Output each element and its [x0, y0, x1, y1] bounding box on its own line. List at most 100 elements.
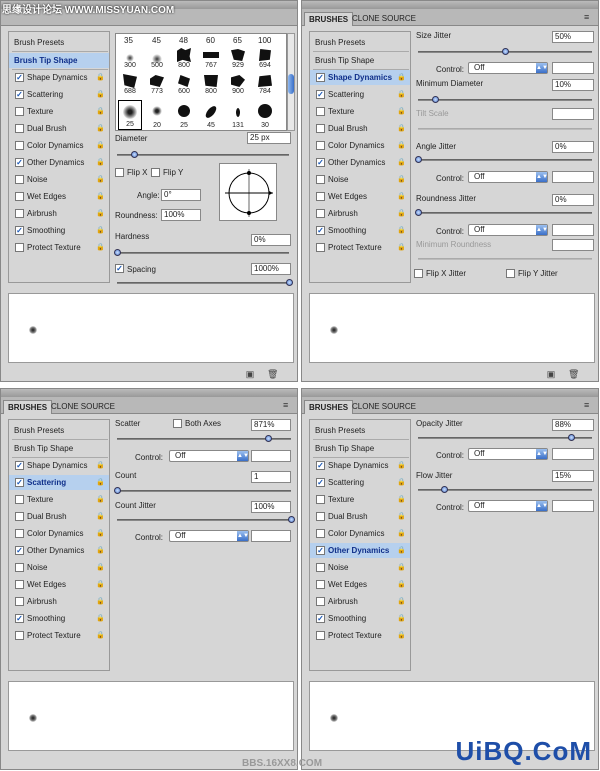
tab-clone-source[interactable]: CLONE SOURCE: [348, 12, 420, 26]
brush-preset[interactable]: 500: [145, 46, 169, 70]
count-jitter-field[interactable]: 100%: [251, 501, 291, 513]
both-axes-checkbox[interactable]: [173, 419, 182, 428]
checkbox[interactable]: [316, 243, 325, 252]
checkbox[interactable]: ✓: [15, 73, 24, 82]
lock-icon[interactable]: 🔒: [96, 90, 105, 99]
lock-icon[interactable]: 🔒: [397, 631, 406, 640]
list-item[interactable]: ✓ Scattering 🔒: [310, 87, 410, 102]
lock-icon[interactable]: 🔒: [397, 243, 406, 252]
checkbox[interactable]: [316, 124, 325, 133]
panel-titlebar[interactable]: [1, 389, 297, 397]
lock-icon[interactable]: 🔒: [96, 175, 105, 184]
lock-icon[interactable]: 🔒: [96, 209, 105, 218]
lock-icon[interactable]: 🔒: [96, 141, 105, 150]
checkbox[interactable]: ✓: [15, 90, 24, 99]
brush-preset[interactable]: 300: [118, 46, 142, 70]
lock-icon[interactable]: 🔒: [96, 243, 105, 252]
panel-menu-icon[interactable]: ≡: [283, 400, 293, 410]
lock-icon[interactable]: 🔒: [96, 631, 105, 640]
lock-icon[interactable]: 🔒: [397, 192, 406, 201]
checkbox[interactable]: ✓: [15, 614, 24, 623]
lock-icon[interactable]: 🔒: [96, 512, 105, 521]
lock-icon[interactable]: 🔒: [96, 73, 105, 82]
control-select[interactable]: Off ▲▼: [468, 62, 548, 74]
brush-preset[interactable]: 688: [118, 72, 142, 96]
control-select[interactable]: Off ▲▼: [468, 448, 548, 460]
list-item[interactable]: ✓ Other Dynamics 🔒: [310, 543, 410, 558]
list-item[interactable]: Protect Texture 🔒: [9, 628, 109, 643]
list-item[interactable]: ✓ Other Dynamics 🔒: [310, 155, 410, 170]
panel-titlebar[interactable]: [302, 389, 598, 397]
checkbox[interactable]: ✓: [15, 546, 24, 555]
brush-tip-shape-item[interactable]: Brush Tip Shape: [9, 53, 109, 68]
brush-presets-item[interactable]: Brush Presets: [310, 423, 410, 438]
tilt-scale-field[interactable]: [552, 108, 594, 120]
list-item[interactable]: ✓ Shape Dynamics 🔒: [9, 70, 109, 85]
lock-icon[interactable]: 🔒: [96, 226, 105, 235]
scatter-field[interactable]: 871%: [251, 419, 291, 431]
brush-tip-shape-item[interactable]: Brush Tip Shape: [310, 53, 410, 68]
checkbox[interactable]: [316, 631, 325, 640]
diameter-slider[interactable]: [117, 151, 289, 158]
list-item[interactable]: Protect Texture 🔒: [9, 240, 109, 255]
lock-icon[interactable]: 🔒: [397, 141, 406, 150]
lock-icon[interactable]: 🔒: [397, 107, 406, 116]
lock-icon[interactable]: 🔒: [397, 580, 406, 589]
brush-tip-shape-item[interactable]: Brush Tip Shape: [310, 441, 410, 456]
list-item[interactable]: Noise 🔒: [310, 560, 410, 575]
list-item[interactable]: Protect Texture 🔒: [310, 628, 410, 643]
control-value-field[interactable]: [552, 62, 594, 74]
size-jitter-field[interactable]: 50%: [552, 31, 594, 43]
checkbox[interactable]: [15, 209, 24, 218]
lock-icon[interactable]: 🔒: [397, 175, 406, 184]
lock-icon[interactable]: 🔒: [96, 495, 105, 504]
lock-icon[interactable]: 🔒: [96, 107, 105, 116]
list-item[interactable]: Color Dynamics 🔒: [9, 138, 109, 153]
checkbox[interactable]: [316, 580, 325, 589]
checkbox[interactable]: [316, 192, 325, 201]
list-item[interactable]: ✓ Other Dynamics 🔒: [9, 543, 109, 558]
list-item[interactable]: Dual Brush 🔒: [9, 121, 109, 136]
slider-thumb[interactable]: [415, 209, 422, 216]
grid-scrollbar[interactable]: [287, 33, 295, 131]
list-item[interactable]: Dual Brush 🔒: [310, 121, 410, 136]
list-item[interactable]: Dual Brush 🔒: [9, 509, 109, 524]
list-item[interactable]: Wet Edges 🔒: [9, 189, 109, 204]
control-value-field[interactable]: [251, 530, 291, 542]
checkbox[interactable]: [15, 529, 24, 538]
tab-brushes[interactable]: BRUSHES: [304, 400, 354, 414]
lock-icon[interactable]: 🔒: [96, 614, 105, 623]
list-item[interactable]: Wet Edges 🔒: [310, 577, 410, 592]
brush-preset[interactable]: 131: [226, 102, 250, 130]
checkbox[interactable]: ✓: [15, 478, 24, 487]
slider-thumb[interactable]: [286, 279, 293, 286]
scroll-thumb[interactable]: [288, 74, 294, 94]
control-select[interactable]: Off ▲▼: [468, 500, 548, 512]
checkbox[interactable]: [15, 580, 24, 589]
checkbox[interactable]: [15, 563, 24, 572]
lock-icon[interactable]: 🔒: [96, 580, 105, 589]
brush-preset[interactable]: 694: [253, 46, 277, 70]
lock-icon[interactable]: 🔒: [397, 512, 406, 521]
list-item[interactable]: ✓ Shape Dynamics 🔒: [310, 458, 410, 473]
lock-icon[interactable]: 🔒: [397, 461, 406, 470]
checkbox[interactable]: [316, 512, 325, 521]
roundness-jitter-slider[interactable]: [415, 209, 592, 216]
checkbox[interactable]: [15, 495, 24, 504]
checkbox[interactable]: ✓: [316, 461, 325, 470]
lock-icon[interactable]: 🔒: [397, 73, 406, 82]
lock-icon[interactable]: 🔒: [96, 461, 105, 470]
roundness-jitter-field[interactable]: 0%: [552, 194, 594, 206]
spacing-slider[interactable]: [117, 279, 293, 286]
count-jitter-slider[interactable]: [117, 516, 295, 523]
list-item[interactable]: ✓ Smoothing 🔒: [310, 611, 410, 626]
checkbox[interactable]: [316, 107, 325, 116]
lock-icon[interactable]: 🔒: [397, 495, 406, 504]
list-item[interactable]: ✓ Scattering 🔒: [310, 475, 410, 490]
count-field[interactable]: 1: [251, 471, 291, 483]
list-item[interactable]: Airbrush 🔒: [310, 206, 410, 221]
flip-x-checkbox[interactable]: [115, 168, 124, 177]
list-item[interactable]: Airbrush 🔒: [9, 594, 109, 609]
new-brush-icon[interactable]: ▣: [245, 369, 255, 379]
size-jitter-slider[interactable]: [418, 48, 592, 55]
